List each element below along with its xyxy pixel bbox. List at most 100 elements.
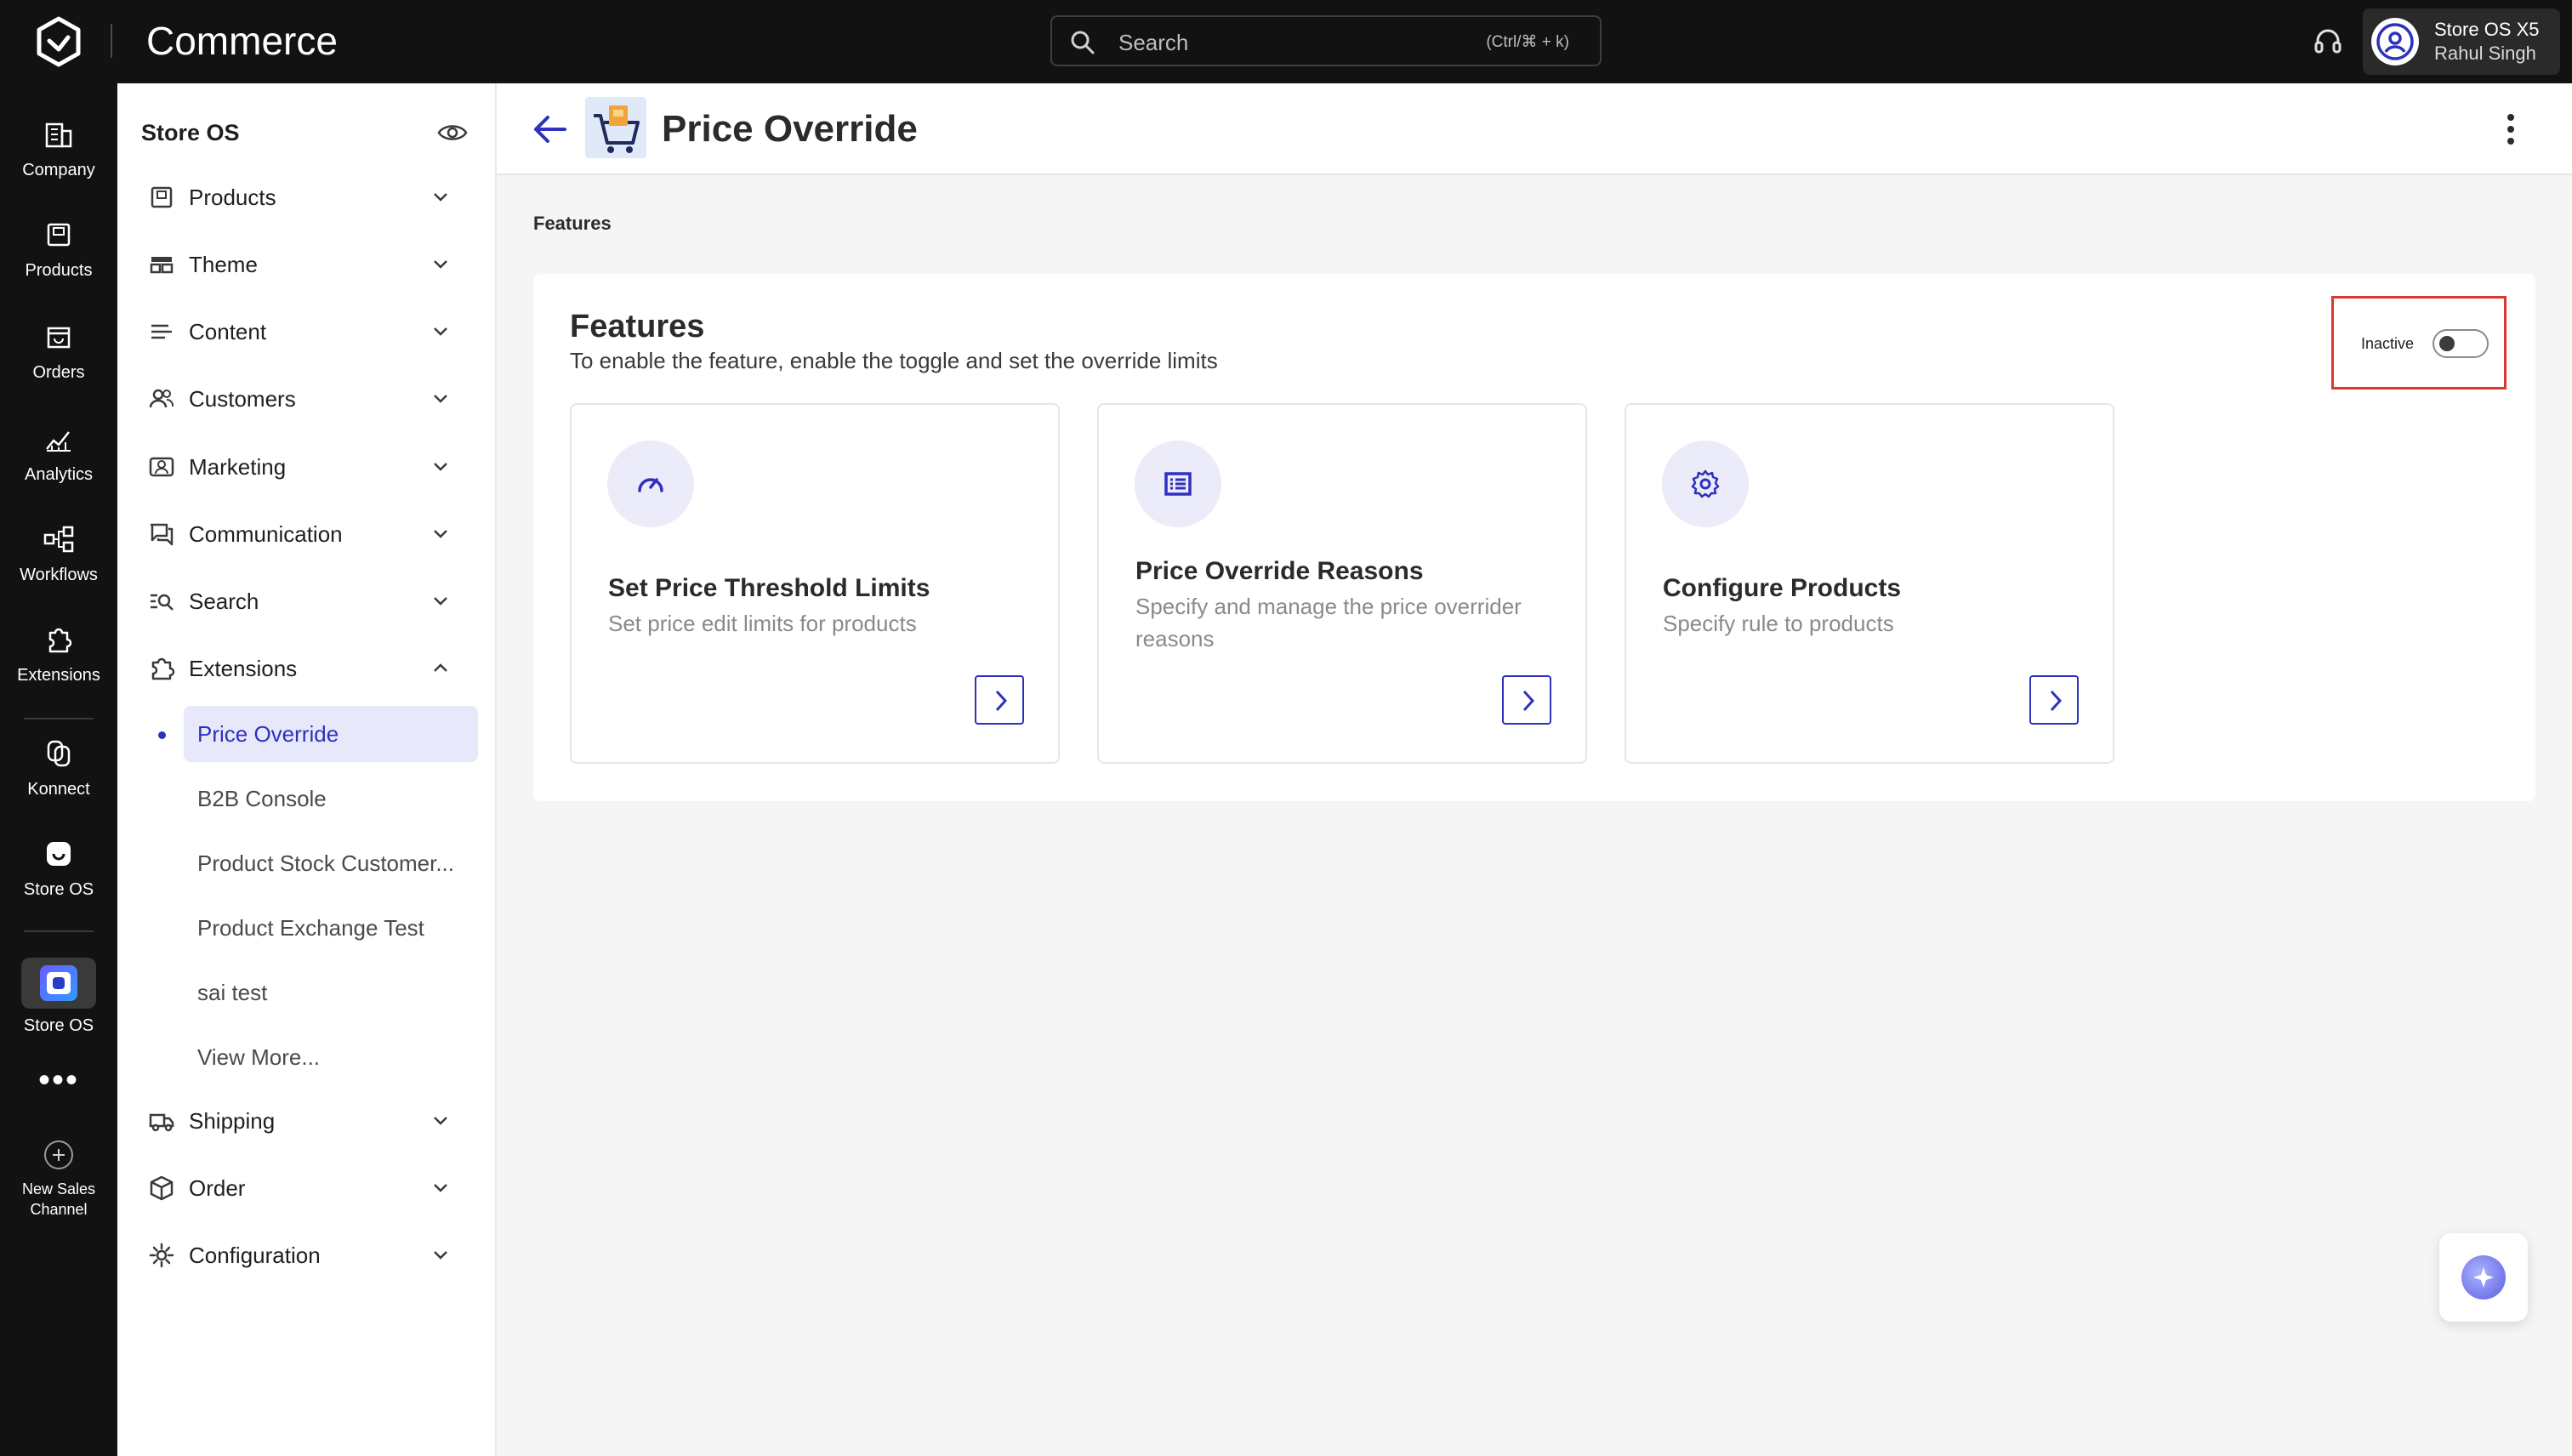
submenu-item-label: sai test [197,980,268,1005]
feature-card-title: Set Price Threshold Limits [608,574,930,602]
ai-assistant-button[interactable] [2439,1233,2528,1322]
chevron-right-button[interactable] [2029,675,2079,725]
orders-icon [42,320,76,354]
rail-item-company[interactable]: Company [0,117,117,180]
chevron-down-icon [430,593,451,610]
customers-icon [148,385,175,412]
extensions-icon [42,623,76,657]
menu-item-label: Products [189,185,276,210]
puzzle-icon [148,655,175,682]
workflows-icon [42,522,76,556]
rail-item-konnect[interactable]: Konnect [0,737,117,799]
rail-item-products[interactable]: Products [0,218,117,281]
feature-toggle[interactable] [2433,329,2489,358]
menu-item-extensions[interactable]: Extensions [148,648,471,689]
active-app-tile [21,958,96,1009]
eye-icon[interactable] [437,119,468,146]
rail-label: Orders [32,363,85,382]
menu-item-label: Marketing [189,454,287,480]
more-apps-icon[interactable]: ••• [0,1063,117,1097]
menu-item-label: Communication [189,521,343,547]
storeos-app-icon [40,965,77,1001]
menu-item-label: Configuration [189,1243,321,1268]
menu-item-label: Theme [189,252,258,277]
products-icon [42,218,76,252]
submenu-item-b2b-console[interactable]: B2B Console [184,771,478,827]
page-header: Price Override [497,83,2572,175]
chevron-down-icon [430,1112,451,1129]
search-list-icon [148,588,175,615]
chevron-right-button[interactable] [1502,675,1551,725]
more-options-icon[interactable] [2502,111,2519,148]
submenu-item-label: View More... [197,1044,321,1070]
truck-icon [148,1107,175,1135]
menu-item-label: Search [189,589,259,614]
chevron-down-icon [430,390,451,407]
search-placeholder: Search [1118,30,1189,55]
breadcrumb[interactable]: Features [533,213,612,235]
top-divider [111,24,112,58]
submenu-item-view-more[interactable]: View More... [184,1029,478,1085]
menu-item-content[interactable]: Content [148,311,471,352]
rail-item-analytics[interactable]: Analytics [0,422,117,485]
cube-icon [148,1174,175,1202]
submenu-item-label: B2B Console [197,786,327,811]
chevron-right-button[interactable] [975,675,1024,725]
features-title: Features [570,309,705,344]
menu-item-label: Content [189,319,267,344]
rail-item-active-app[interactable]: Store OS [0,958,117,1036]
menu-item-label: Extensions [189,656,298,681]
menu-item-products[interactable]: Products [148,177,471,218]
rail-label: Extensions [17,666,100,685]
headset-icon[interactable] [2312,26,2344,58]
features-panel: Features To enable the feature, enable t… [533,274,2535,801]
feature-card-threshold[interactable]: Set Price Threshold Limits Set price edi… [570,403,1060,764]
submenu-item-price-override[interactable]: Price Override [184,706,478,762]
feature-toggle-highlight: Inactive [2331,296,2507,390]
menu-item-search[interactable]: Search [148,581,471,622]
side-menu-title: Store OS [141,120,240,145]
rail-item-new-sales-channel[interactable]: New Sales Channel [0,1138,117,1220]
rail-label: Channel [30,1201,88,1218]
feature-card-desc: Set price edit limits for products [608,611,917,636]
back-arrow-icon[interactable] [531,112,568,146]
feature-card-reasons[interactable]: Price Override Reasons Specify and manag… [1097,403,1587,764]
rail-item-extensions[interactable]: Extensions [0,623,117,685]
rail-item-orders[interactable]: Orders [0,320,117,383]
submenu-item-label: Product Exchange Test [197,915,424,941]
rail-item-storeos[interactable]: Store OS [0,837,117,900]
menu-item-configuration[interactable]: Configuration [148,1235,471,1276]
plus-circle-icon [42,1138,76,1172]
app-logo-icon[interactable] [32,15,85,68]
menu-item-theme[interactable]: Theme [148,244,471,285]
menu-item-customers[interactable]: Customers [148,378,471,419]
rail-item-workflows[interactable]: Workflows [0,522,117,585]
submenu-item-product-stock-customer[interactable]: Product Stock Customer... [184,835,478,891]
user-name: Rahul Singh [2434,43,2536,64]
menu-item-shipping[interactable]: Shipping [148,1101,471,1141]
user-menu[interactable]: Store OS X5 Rahul Singh [2363,9,2560,75]
menu-item-order[interactable]: Order [148,1168,471,1209]
menu-item-label: Customers [189,386,296,412]
menu-item-marketing[interactable]: Marketing [148,446,471,487]
rail-label: Workflows [20,566,98,584]
global-search-box[interactable]: Search (Ctrl/⌘ + k) [1050,15,1602,66]
menu-item-communication[interactable]: Communication [148,514,471,555]
list-icon [1135,441,1221,527]
gear-icon [1662,441,1749,527]
avatar [2371,18,2419,65]
top-bar: Commerce Search (Ctrl/⌘ + k) Store OS X5… [0,0,2572,83]
chevron-down-icon [430,458,451,475]
submenu-item-sai-test[interactable]: sai test [184,964,478,1021]
search-shortcut-hint: (Ctrl/⌘ + k) [1486,33,1569,51]
sparkle-icon [2461,1255,2506,1300]
menu-item-label: Shipping [189,1108,276,1134]
gauge-icon [607,441,694,527]
user-store-name: Store OS X5 [2434,19,2540,40]
rail-label: New Sales [21,1180,96,1197]
feature-card-title: Configure Products [1663,574,1902,602]
submenu-item-label: Price Override [197,721,339,747]
rail-divider [24,718,94,719]
feature-card-configure[interactable]: Configure Products Specify rule to produ… [1625,403,2114,764]
submenu-item-product-exchange-test[interactable]: Product Exchange Test [184,900,478,956]
